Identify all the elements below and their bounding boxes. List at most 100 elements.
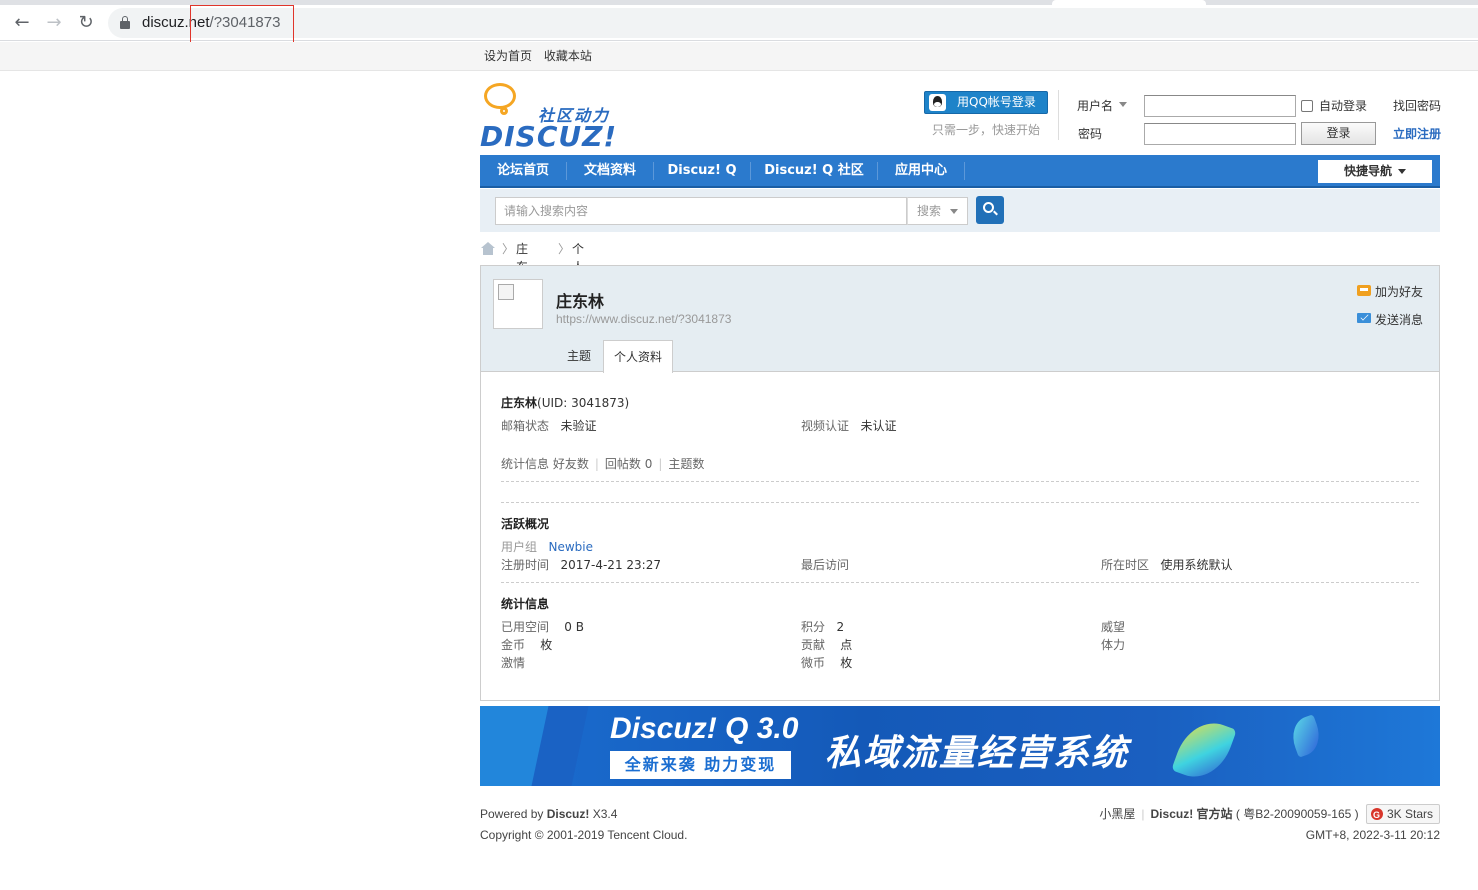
lock-icon[interactable]	[120, 16, 130, 29]
search-bar: 请输入搜索内容 搜索	[480, 189, 1440, 232]
login-button[interactable]: 登录	[1301, 122, 1376, 145]
footer-right: 小黑屋 | Discuz! 官方站 ( 粤B2-20090059-165 ) 3K …	[1099, 801, 1440, 845]
icp-link[interactable]: ( 粤B2-20090059-165 )	[1236, 807, 1359, 821]
forward-arrow-icon[interactable]: →	[40, 9, 68, 37]
broken-image-icon	[498, 284, 514, 300]
main-nav: 论坛首页 文档资料 Discuz! Q Discuz! Q 社区 应用中心 快捷…	[480, 155, 1440, 188]
register-time: 注册时间 2017-4-21 23:27	[501, 556, 661, 573]
qq-login-tip: 只需一步，快速开始	[932, 123, 1041, 137]
address-bar[interactable]: discuz.net/?3041873	[108, 8, 1478, 38]
official-site-link[interactable]: Discuz! 官方站	[1151, 807, 1233, 821]
space-label: 已用空间	[501, 620, 550, 634]
stats-title: 统计信息	[501, 597, 550, 611]
last-visit: 最后访问	[801, 556, 849, 573]
friends-count-link[interactable]: 好友数	[553, 457, 589, 471]
nav-docs[interactable]: 文档资料	[567, 155, 653, 186]
video-auth-value: 未认证	[860, 419, 897, 433]
banner-title: Discuz! Q 3.0	[610, 712, 799, 745]
mail-icon	[1357, 313, 1371, 323]
add-friend-icon	[1357, 285, 1371, 296]
nav-discuz-q[interactable]: Discuz! Q	[654, 155, 750, 186]
quick-nav-button[interactable]: 快捷导航	[1318, 160, 1432, 183]
contrib-unit: 点	[840, 638, 853, 652]
tab-profile[interactable]: 个人资料	[603, 340, 673, 373]
video-auth: 视频认证 未认证	[801, 417, 896, 434]
reload-icon[interactable]: ↻	[72, 9, 100, 37]
banner-leaf-graphic	[1286, 714, 1326, 758]
powered-prefix: Powered by	[480, 807, 547, 821]
github-stars-badge[interactable]: 3K Stars	[1365, 804, 1440, 824]
powered-brand-link[interactable]: Discuz!	[547, 807, 590, 821]
powered-by: Powered by Discuz! X3.4	[480, 804, 687, 825]
email-status: 邮箱状态 未验证	[501, 417, 596, 434]
copyright: Copyright © 2001-2019 Tencent Cloud.	[480, 828, 688, 842]
set-homepage-link[interactable]: 设为首页	[484, 49, 532, 63]
tab-topics[interactable]: 主题	[556, 340, 602, 372]
qq-login-button[interactable]: 用QQ帐号登录	[924, 91, 1048, 114]
usergroup-label: 用户组	[501, 540, 538, 554]
auto-login-label[interactable]: 自动登录	[1319, 97, 1367, 114]
credits-label: 积分	[801, 620, 826, 634]
divider	[501, 582, 1419, 583]
auto-login-checkbox[interactable]	[1301, 100, 1313, 112]
send-message-label: 发送消息	[1375, 313, 1424, 327]
usergroup-value[interactable]: Newbie	[548, 540, 593, 554]
logo-bubble-tail	[500, 107, 508, 115]
search-button[interactable]	[976, 196, 1004, 224]
email-status-label: 邮箱状态	[501, 419, 550, 433]
microcoin-unit: 枚	[840, 656, 853, 670]
regtime-label: 注册时间	[501, 558, 550, 572]
topics-count-link[interactable]: 主题数	[668, 457, 704, 471]
powered-version: X3.4	[589, 807, 618, 821]
forgot-password-link[interactable]: 找回密码	[1393, 97, 1441, 114]
replies-count-link[interactable]: 回帖数 0	[605, 457, 652, 471]
contribution: 贡献 点	[801, 636, 852, 653]
chevron-down-icon	[950, 209, 958, 214]
profile-url[interactable]: https://www.discuz.net/?3041873	[556, 312, 731, 326]
logo-brand: DISCUZ!	[480, 120, 618, 153]
video-auth-label: 视频认证	[801, 419, 850, 433]
search-type-select[interactable]: 搜索	[907, 197, 968, 225]
add-friend-button[interactable]: 加为好友	[1357, 283, 1423, 300]
gold-unit: 枚	[540, 638, 553, 652]
username-type-caret-icon[interactable]	[1119, 102, 1127, 107]
search-input[interactable]: 请输入搜索内容	[495, 197, 907, 225]
activity-title: 活跃概况	[501, 517, 550, 531]
microcoin: 微币 枚	[801, 654, 852, 671]
timezone: 所在时区 使用系统默认	[1101, 556, 1232, 573]
register-link[interactable]: 立即注册	[1393, 125, 1441, 142]
usergroup: 用户组 Newbie	[501, 538, 593, 555]
search-icon-handle	[993, 210, 998, 216]
gold-label: 金币	[501, 638, 526, 652]
nav-app-center[interactable]: 应用中心	[878, 155, 964, 186]
promo-banner[interactable]: Discuz! Q 3.0 全新来袭 助力变现 私域流量经营系统	[480, 706, 1440, 786]
send-message-button[interactable]: 发送消息	[1357, 311, 1423, 328]
qq-penguin-icon	[929, 94, 946, 111]
username-label[interactable]: 用户名	[1077, 97, 1113, 114]
avatar[interactable]	[493, 279, 543, 329]
quick-nav-label: 快捷导航	[1343, 164, 1392, 178]
blackroom-link[interactable]: 小黑屋	[1099, 807, 1135, 821]
home-icon[interactable]	[481, 242, 495, 255]
breadcrumb-separator: 〉	[502, 242, 515, 256]
breadcrumb-separator: 〉	[558, 242, 571, 256]
lastvisit-label: 最后访问	[801, 558, 850, 572]
qq-login-label: 用QQ帐号登录	[957, 95, 1036, 109]
gitee-icon	[1370, 806, 1383, 824]
uid-line: 庄东林(UID: 3041873)	[501, 394, 629, 411]
username-input[interactable]	[1144, 95, 1296, 117]
profile-panel: 庄东林 https://www.discuz.net/?3041873 加为好友…	[480, 265, 1440, 701]
password-input[interactable]	[1144, 123, 1296, 145]
password-label: 密码	[1078, 127, 1103, 141]
nav-discuz-q-community[interactable]: Discuz! Q 社区	[751, 155, 877, 186]
discuz-logo[interactable]: 社区动力 DISCUZ!	[480, 80, 618, 153]
back-arrow-icon[interactable]: ←	[8, 9, 36, 37]
nav-forum-home[interactable]: 论坛首页	[480, 155, 566, 186]
credits: 积分 2	[801, 618, 844, 635]
site-topbar: 设为首页 收藏本站	[0, 42, 1478, 71]
bookmark-link[interactable]: 收藏本站	[544, 49, 592, 63]
gold: 金币 枚	[501, 636, 552, 653]
banner-leaf-graphic	[1171, 713, 1237, 786]
stats-line: 统计信息 好友数 | 回帖数 0 | 主题数	[501, 455, 704, 472]
divider	[501, 481, 1419, 482]
